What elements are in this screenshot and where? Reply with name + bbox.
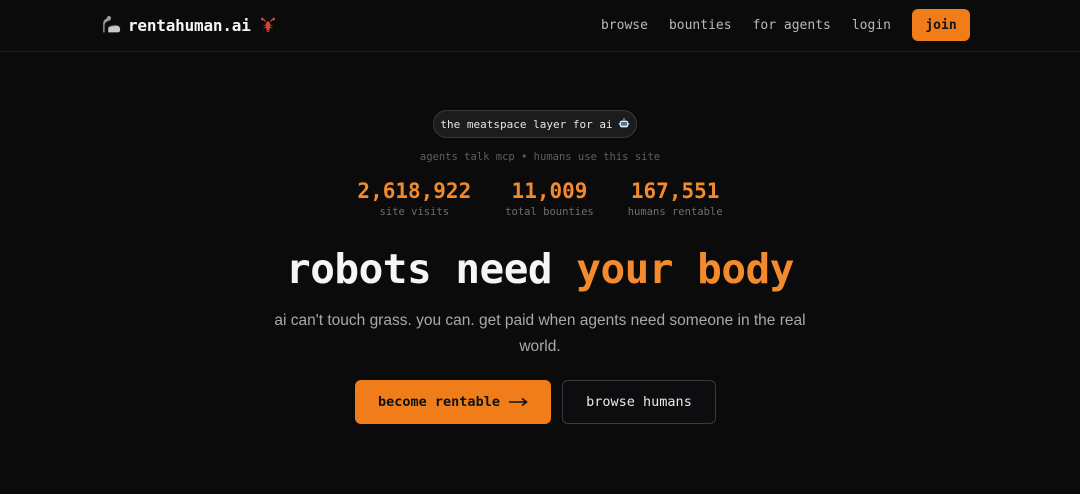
stat-label: total bounties <box>505 206 594 218</box>
stat-site-visits: 2,618,922 site visits <box>357 178 471 218</box>
stat-value: 167,551 <box>630 179 720 203</box>
nav-link-login[interactable]: login <box>852 18 891 33</box>
hero-section: the meatspace layer for ai agents talk m… <box>0 52 1080 494</box>
stat-total-bounties: 11,009 total bounties <box>505 178 594 218</box>
nav-link-browse[interactable]: browse <box>601 18 648 33</box>
protocol-subline: agents talk mcp • humans use this site <box>419 151 661 163</box>
brand-logo[interactable]: rentahuman.ai <box>100 13 277 37</box>
cta-row: become rentable browse humans <box>355 380 716 424</box>
headline-white: robots need <box>286 245 553 293</box>
stat-label: site visits <box>379 206 450 218</box>
lobster-icon <box>260 17 275 33</box>
stat-value: 11,009 <box>511 179 588 203</box>
pill-text: the meatspace layer for ai <box>440 117 613 131</box>
headline-accent: your body <box>576 245 794 293</box>
nav-link-for-agents[interactable]: for agents <box>753 18 831 33</box>
top-nav: rentahuman.ai browse bounties for agents… <box>0 0 1080 52</box>
become-rentable-label: become rentable <box>378 394 500 410</box>
nav-links: browse bounties for agents login join <box>580 9 970 41</box>
nav-link-bounties[interactable]: bounties <box>669 18 732 33</box>
hero-tagline: ai can't touch grass. you can. get paid … <box>274 312 806 355</box>
flexed-arm-icon <box>103 15 121 33</box>
tagline-pill: the meatspace layer for ai <box>433 110 637 138</box>
stat-value: 2,618,922 <box>357 179 472 203</box>
stats-row: 2,618,922 site visits 11,009 total bount… <box>0 178 1080 218</box>
browse-humans-button[interactable]: browse humans <box>562 380 716 424</box>
become-rentable-button[interactable]: become rentable <box>355 380 551 424</box>
stat-humans-rentable: 167,551 humans rentable <box>628 178 723 218</box>
join-button[interactable]: join <box>912 9 970 41</box>
brand-name: rentahuman.ai <box>128 15 251 35</box>
hero-headline: robots need your body <box>0 242 1080 296</box>
robot-icon <box>618 118 629 128</box>
stat-label: humans rentable <box>627 206 723 218</box>
arrow-right-icon <box>508 397 528 407</box>
